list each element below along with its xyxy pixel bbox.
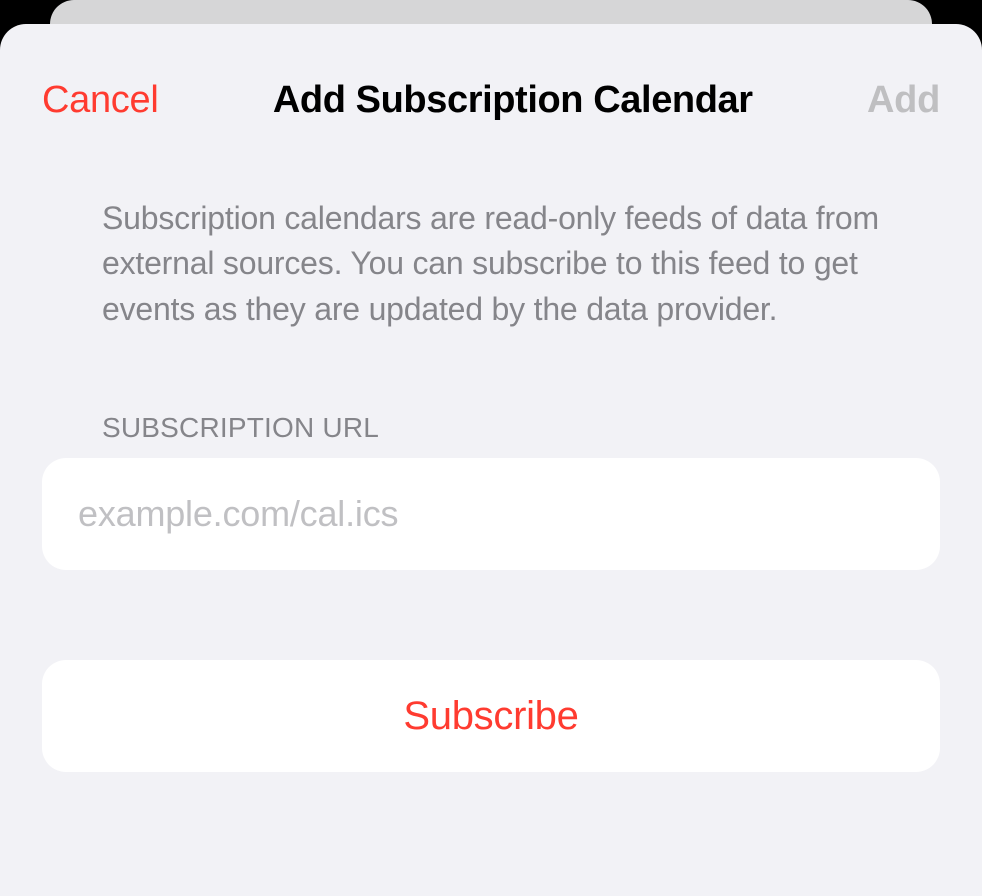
- modal-title: Add Subscription Calendar: [169, 79, 858, 122]
- url-input-row: [42, 458, 940, 570]
- subscription-url-input[interactable]: [78, 493, 904, 535]
- url-section-label: SUBSCRIPTION URL: [102, 412, 940, 444]
- cancel-button[interactable]: Cancel: [42, 79, 159, 122]
- modal-content: Subscription calendars are read-only fee…: [0, 132, 982, 772]
- subscribe-button[interactable]: Subscribe: [42, 660, 940, 772]
- add-button[interactable]: Add: [867, 79, 940, 122]
- description-text: Subscription calendars are read-only fee…: [102, 196, 880, 332]
- navigation-bar: Cancel Add Subscription Calendar Add: [0, 24, 982, 132]
- add-subscription-modal: Cancel Add Subscription Calendar Add Sub…: [0, 24, 982, 896]
